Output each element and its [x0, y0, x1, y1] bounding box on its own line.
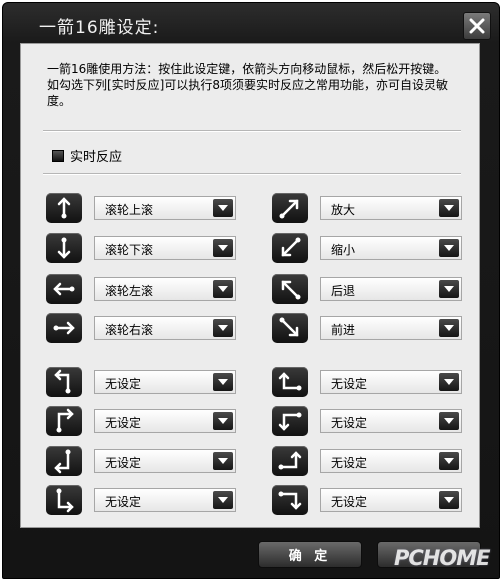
gesture-select[interactable]: 无设定	[94, 370, 236, 394]
gesture-value: 无设定	[331, 416, 368, 430]
gesture-value: 无设定	[105, 377, 142, 391]
path-right-up-icon	[272, 446, 308, 476]
gesture-row: 滚轮右滚	[46, 313, 236, 343]
gesture-row: 滚轮下滚	[46, 233, 236, 263]
dialog-title: 一箭16雕设定:	[39, 18, 160, 38]
divider	[43, 130, 461, 132]
gesture-select[interactable]: 滚轮下滚	[94, 236, 236, 260]
gesture-value: 滚轮左滚	[105, 284, 154, 298]
realtime-label: 实时反应	[70, 150, 123, 165]
gesture-row: 缩小	[272, 233, 462, 263]
gesture-row: 前进	[272, 313, 462, 343]
gesture-select[interactable]: 无设定	[94, 449, 236, 473]
gesture-row: 后退	[272, 274, 462, 304]
arrow-right-icon	[46, 313, 82, 343]
watermark-logo: PCHOME	[394, 546, 490, 570]
gesture-row: 无设定	[272, 446, 462, 476]
chevron-down-icon[interactable]	[439, 199, 459, 217]
gesture-value: 无设定	[105, 416, 142, 430]
gesture-select[interactable]: 无设定	[94, 488, 236, 512]
chevron-down-icon[interactable]	[213, 199, 233, 217]
gesture-value: 无设定	[331, 456, 368, 470]
gesture-value: 滚轮下滚	[105, 243, 154, 257]
close-icon	[469, 18, 485, 34]
path-up-right-icon	[46, 406, 82, 436]
path-up-left-icon	[46, 367, 82, 397]
gesture-value: 后退	[331, 284, 356, 298]
chevron-down-icon[interactable]	[439, 412, 459, 430]
chevron-down-icon[interactable]	[213, 491, 233, 509]
gesture-value: 缩小	[331, 243, 356, 257]
gesture-select[interactable]: 无设定	[320, 370, 462, 394]
gesture-row: 无设定	[46, 406, 236, 436]
arrow-left-icon	[46, 274, 82, 304]
chevron-down-icon[interactable]	[213, 239, 233, 257]
gesture-select[interactable]: 无设定	[320, 409, 462, 433]
gesture-row: 放大	[272, 193, 462, 223]
path-down-right-icon	[46, 485, 82, 515]
gesture-value: 无设定	[331, 495, 368, 509]
gesture-select[interactable]: 放大	[320, 196, 462, 220]
divider	[43, 173, 461, 175]
chevron-down-icon[interactable]	[213, 452, 233, 470]
path-left-up-icon	[272, 367, 308, 397]
gesture-row: 无设定	[272, 485, 462, 515]
gesture-select[interactable]: 无设定	[320, 449, 462, 473]
gesture-value: 放大	[331, 203, 356, 217]
gesture-select[interactable]: 无设定	[94, 409, 236, 433]
realtime-checkbox[interactable]	[52, 149, 64, 162]
path-down-left-icon	[46, 446, 82, 476]
chevron-down-icon[interactable]	[213, 280, 233, 298]
realtime-option[interactable]: 实时反应	[52, 146, 122, 165]
chevron-down-icon[interactable]	[439, 239, 459, 257]
instructions-text: 一箭16雕使用方法：按住此设定键，依箭头方向移动鼠标，然后松开按键。如勾选下列[…	[47, 62, 449, 108]
path-right-down-icon	[272, 485, 308, 515]
arrow-diagonal-down-right-icon	[272, 313, 308, 343]
arrow-diagonal-up-left-icon	[272, 274, 308, 304]
arrow-down-up-icon	[46, 233, 82, 263]
gesture-select[interactable]: 滚轮右滚	[94, 316, 236, 340]
gesture-value: 无设定	[105, 456, 142, 470]
gesture-row: 滚轮上滚	[46, 193, 236, 223]
chevron-down-icon[interactable]	[213, 319, 233, 337]
gesture-select[interactable]: 无设定	[320, 488, 462, 512]
gesture-value: 无设定	[105, 495, 142, 509]
gesture-select[interactable]: 滚轮左滚	[94, 277, 236, 301]
gesture-value: 滚轮右滚	[105, 323, 154, 337]
gesture-select[interactable]: 后退	[320, 277, 462, 301]
chevron-down-icon[interactable]	[439, 452, 459, 470]
gesture-value: 前进	[331, 323, 356, 337]
gesture-select[interactable]: 前进	[320, 316, 462, 340]
chevron-down-icon[interactable]	[439, 319, 459, 337]
chevron-down-icon[interactable]	[439, 491, 459, 509]
gesture-row: 无设定	[46, 367, 236, 397]
gesture-value: 滚轮上滚	[105, 203, 154, 217]
gesture-row: 滚轮左滚	[46, 274, 236, 304]
chevron-down-icon[interactable]	[213, 412, 233, 430]
gesture-select[interactable]: 滚轮上滚	[94, 196, 236, 220]
gesture-row: 无设定	[272, 367, 462, 397]
close-button[interactable]	[463, 12, 491, 40]
path-left-down-icon	[272, 406, 308, 436]
gesture-value: 无设定	[331, 377, 368, 391]
gesture-row: 无设定	[46, 485, 236, 515]
ok-button[interactable]: 确 定	[258, 541, 362, 568]
chevron-down-icon[interactable]	[439, 373, 459, 391]
chevron-down-icon[interactable]	[213, 373, 233, 391]
gesture-row: 无设定	[272, 406, 462, 436]
gesture-row: 无设定	[46, 446, 236, 476]
gesture-select[interactable]: 缩小	[320, 236, 462, 260]
arrow-up-down-icon	[46, 193, 82, 223]
arrow-diagonal-up-right-icon	[272, 193, 308, 223]
chevron-down-icon[interactable]	[439, 280, 459, 298]
arrow-diagonal-down-left-icon	[272, 233, 308, 263]
